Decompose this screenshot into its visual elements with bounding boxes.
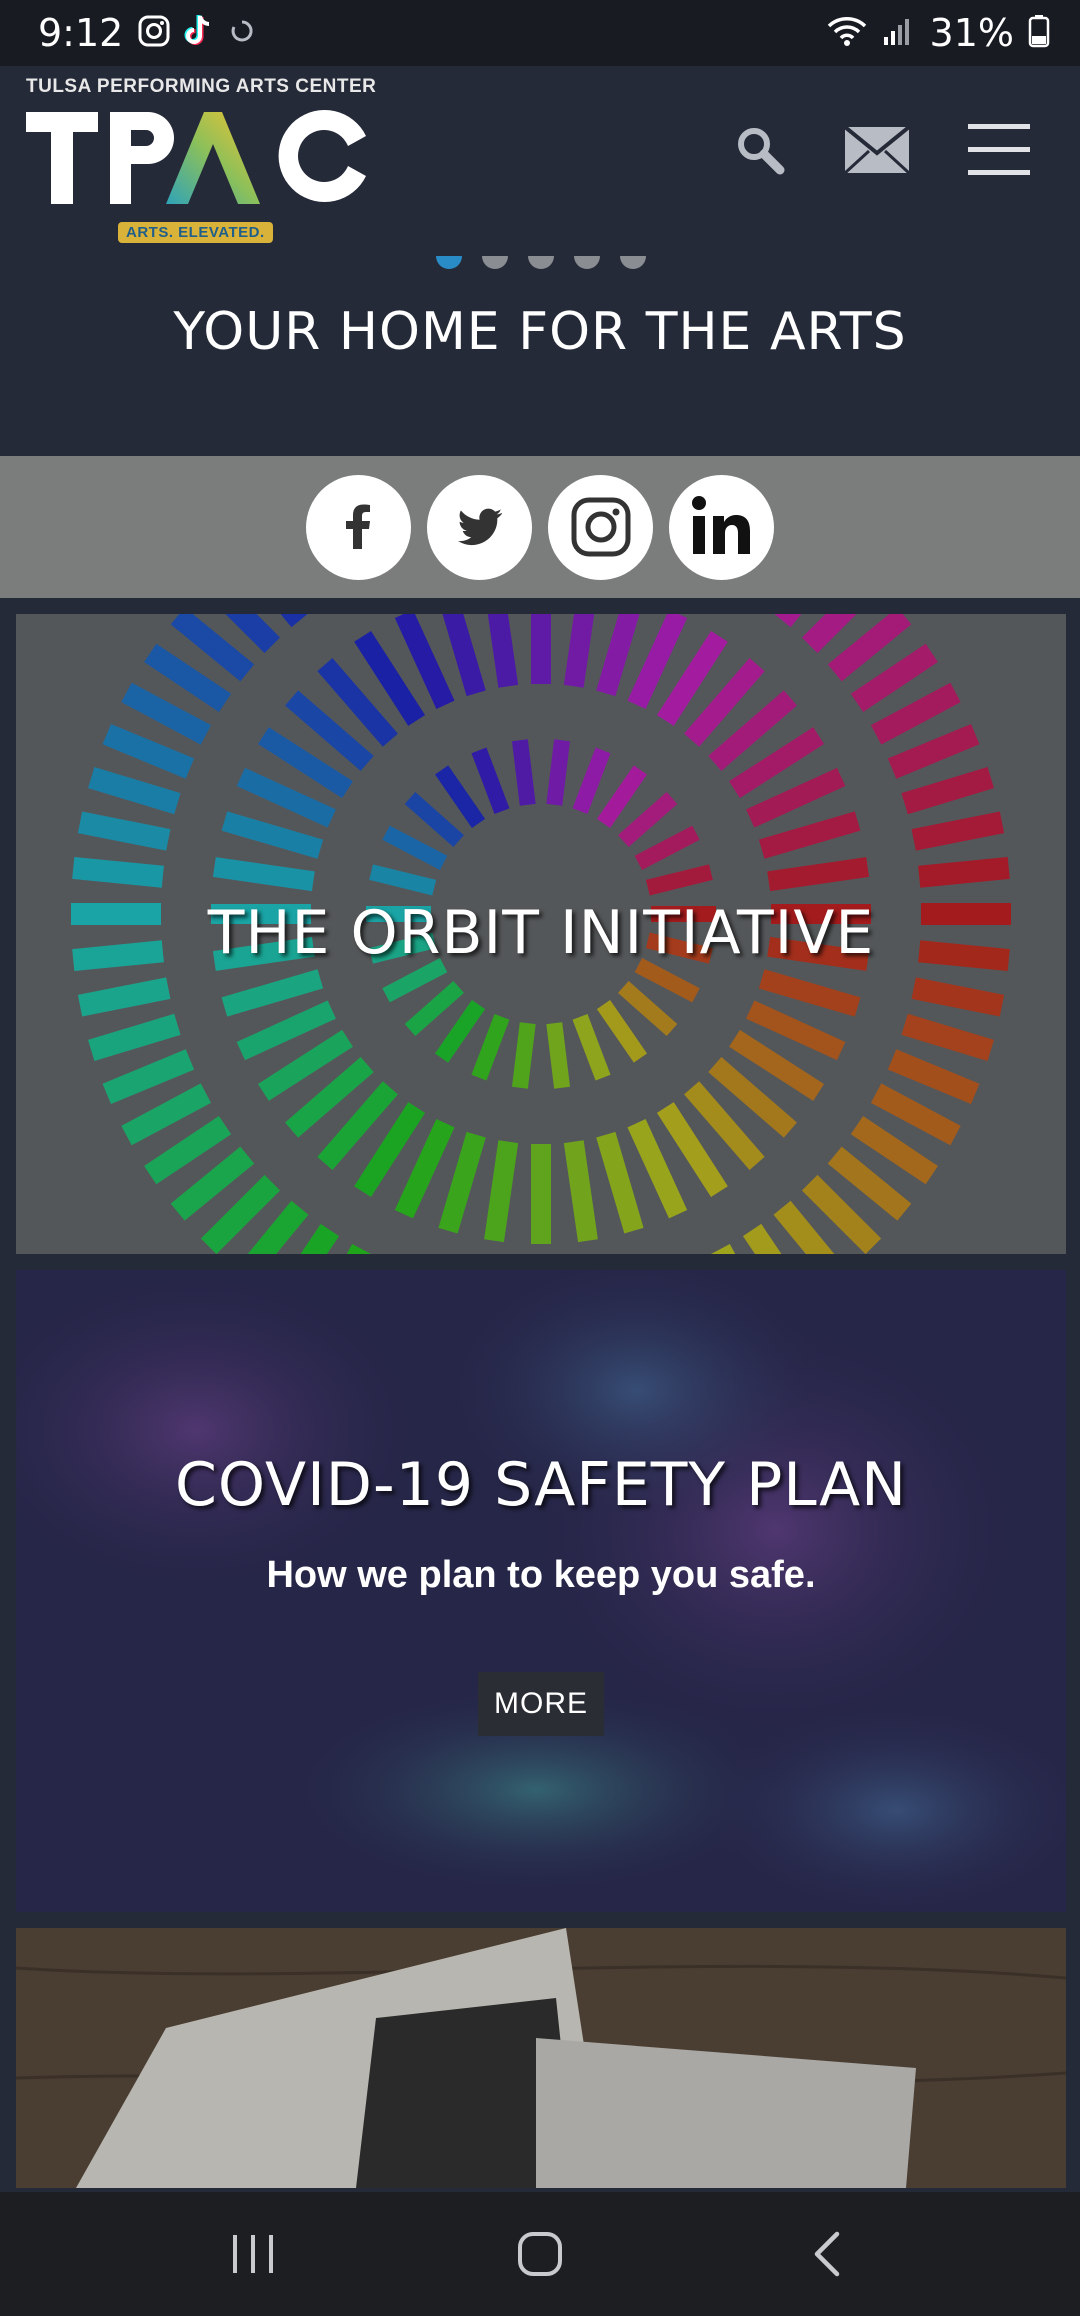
status-time: 9:12 — [38, 11, 124, 55]
tpac-logo[interactable]: TULSA PERFORMING ARTS CENTER ARTS. ELEVA… — [26, 76, 386, 256]
back-icon[interactable] — [782, 2214, 872, 2294]
logo-subtitle: TULSA PERFORMING ARTS CENTER — [26, 76, 377, 97]
mail-icon[interactable] — [843, 125, 911, 179]
carousel-dots — [436, 256, 646, 269]
battery-text: 31% — [929, 11, 1014, 55]
intermission-card[interactable] — [16, 1928, 1066, 2188]
wifi-icon — [826, 14, 868, 53]
card-title: COVID-19 SAFETY PLAN — [174, 1450, 908, 1520]
logo-tagline: ARTS. ELEVATED. — [118, 222, 273, 243]
home-icon[interactable] — [495, 2214, 585, 2294]
status-bar: 9:12 31% — [0, 0, 1080, 66]
battery-icon — [1028, 14, 1050, 53]
menu-icon[interactable] — [968, 122, 1030, 183]
signal-icon — [882, 15, 916, 52]
orbit-initiative-card[interactable]: THE ORBIT INITIATIVE — [16, 614, 1066, 1254]
carousel-dot-2[interactable] — [482, 256, 508, 269]
site-header: TULSA PERFORMING ARTS CENTER ARTS. ELEVA… — [0, 66, 1080, 256]
carousel-dot-5[interactable] — [620, 256, 646, 269]
covid-safety-card[interactable]: COVID-19 SAFETY PLAN How we plan to keep… — [16, 1270, 1066, 1912]
hero-section: YOUR HOME FOR THE ARTS — [0, 256, 1080, 456]
hero-title: YOUR HOME FOR THE ARTS — [173, 302, 907, 362]
facebook-icon[interactable] — [306, 474, 411, 580]
twitter-icon[interactable] — [427, 474, 532, 580]
carousel-dot-1[interactable] — [436, 256, 462, 269]
card-title: THE ORBIT INITIATIVE — [207, 898, 875, 968]
more-button[interactable]: MORE — [478, 1672, 604, 1736]
sync-icon — [229, 18, 255, 49]
instagram-icon[interactable] — [548, 474, 653, 580]
recent-apps-icon[interactable] — [208, 2214, 298, 2294]
tiktok-icon — [183, 13, 217, 54]
search-icon[interactable] — [734, 124, 786, 181]
carousel-dot-3[interactable] — [528, 256, 554, 269]
instagram-icon — [137, 14, 171, 53]
system-navigation-bar — [0, 2192, 1080, 2316]
carousel-dot-4[interactable] — [574, 256, 600, 269]
logo-wordmark — [26, 110, 366, 204]
linkedin-icon[interactable] — [669, 474, 774, 580]
social-bar — [0, 456, 1080, 598]
magazines-image — [16, 1928, 1066, 2188]
card-subtitle: How we plan to keep you safe. — [266, 1554, 816, 1596]
